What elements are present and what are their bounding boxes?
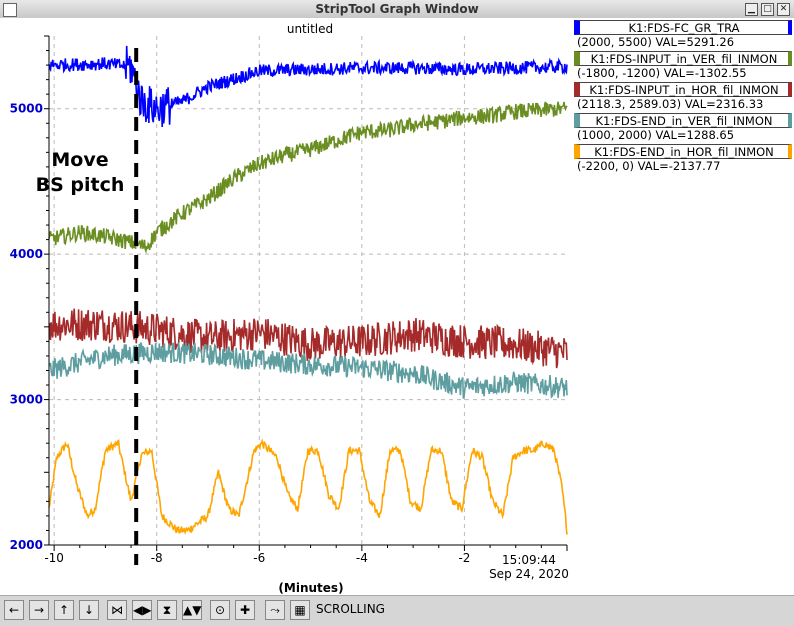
- y-tick-label: 5000: [10, 102, 43, 116]
- y-tick-label: 4000: [10, 247, 43, 261]
- legend-signal-value: (2118.3, 2589.03) VAL=2316.33: [577, 97, 764, 111]
- chart-title: untitled: [287, 22, 333, 36]
- x-axis-label: (Minutes): [278, 581, 343, 595]
- legend-entry[interactable]: K1:FDS-FC_GR_TRA (2000, 5500) VAL=5291.26: [574, 20, 792, 50]
- scroll-button[interactable]: ▦: [290, 600, 310, 620]
- auto-scale-button[interactable]: ⊙: [210, 600, 230, 620]
- legend-entry[interactable]: K1:FDS-INPUT_in_HOR_fil_INMON (2118.3, 25…: [574, 82, 792, 112]
- reset-button[interactable]: ✚: [235, 600, 255, 620]
- series-line: [48, 101, 568, 254]
- pan-down-button[interactable]: ↓: [79, 600, 99, 620]
- pan-right-button[interactable]: →: [29, 600, 49, 620]
- y-tick-label: 2000: [10, 538, 43, 552]
- legend-entry[interactable]: K1:FDS-END_in_VER_fil_INMON (1000, 2000) …: [574, 113, 792, 143]
- series-line: [48, 438, 568, 536]
- legend-signal-value: (-1800, -1200) VAL=-1302.55: [577, 66, 747, 80]
- legend-entry[interactable]: K1:FDS-INPUT_in_VER_fil_INMON (-1800, -12…: [574, 51, 792, 81]
- x-tick-label: -10: [44, 551, 64, 565]
- refresh-button[interactable]: ⤳: [265, 600, 285, 620]
- legend-signal-name[interactable]: K1:FDS-INPUT_in_HOR_fil_INMON: [574, 82, 792, 97]
- y-tick-label: 3000: [10, 393, 43, 407]
- close-button[interactable]: ✕: [777, 3, 790, 16]
- x-tick-label: -6: [253, 551, 265, 565]
- pan-up-button[interactable]: ↑: [54, 600, 74, 620]
- pan-left-button[interactable]: ←: [4, 600, 24, 620]
- annotation-line1: Move: [51, 149, 108, 171]
- series-line: [48, 308, 568, 369]
- zoom-in-y-button[interactable]: ⧗: [157, 600, 177, 620]
- status-label: SCROLLING: [316, 602, 385, 616]
- strip-chart[interactable]: -10 -8 -6 -4 -2 2000 3000 4000 5000 untitled (Mi…: [0, 18, 572, 595]
- title-bar: StripTool Graph Window ▁ □ ✕: [0, 0, 794, 19]
- legend-signal-value: (1000, 2000) VAL=1288.65: [577, 128, 735, 142]
- legend-signal-value: (-2200, 0) VAL=-2137.77: [577, 159, 721, 173]
- date-label: Sep 24, 2020: [489, 567, 569, 581]
- time-label: 15:09:44: [502, 553, 556, 567]
- plot-area[interactable]: -10 -8 -6 -4 -2 2000 3000 4000 5000 untitled (Mi…: [0, 18, 572, 595]
- zoom-out-y-button[interactable]: ▲▼: [182, 600, 202, 620]
- x-tick-label: -2: [458, 551, 470, 565]
- x-tick-label: -8: [151, 551, 163, 565]
- zoom-in-x-button[interactable]: ⋈: [107, 600, 127, 620]
- maximize-button[interactable]: □: [761, 3, 774, 16]
- legend-entry[interactable]: K1:FDS-END_in_HOR_fil_INMON (-2200, 0) VA…: [574, 144, 792, 174]
- legend-signal-name[interactable]: K1:FDS-END_in_VER_fil_INMON: [574, 113, 792, 128]
- annotation-line2: BS pitch: [36, 174, 125, 196]
- legend-signal-name[interactable]: K1:FDS-INPUT_in_VER_fil_INMON: [574, 51, 792, 66]
- legend-signal-name[interactable]: K1:FDS-END_in_HOR_fil_INMON: [574, 144, 792, 159]
- minimize-button[interactable]: ▁: [745, 3, 758, 16]
- x-tick-label: -4: [356, 551, 368, 565]
- zoom-out-x-button[interactable]: ◀▶: [132, 600, 152, 620]
- legend-signal-name[interactable]: K1:FDS-FC_GR_TRA: [574, 20, 792, 35]
- legend-panel: K1:FDS-FC_GR_TRA (2000, 5500) VAL=5291.26…: [572, 18, 794, 595]
- toolbar: ← → ↑ ↓ ⋈ ◀▶ ⧗ ▲▼ ⊙ ✚ ⤳ ▦ SCROLLING: [0, 595, 794, 626]
- legend-signal-value: (2000, 5500) VAL=5291.26: [577, 35, 735, 49]
- window-title: StripTool Graph Window: [315, 2, 479, 16]
